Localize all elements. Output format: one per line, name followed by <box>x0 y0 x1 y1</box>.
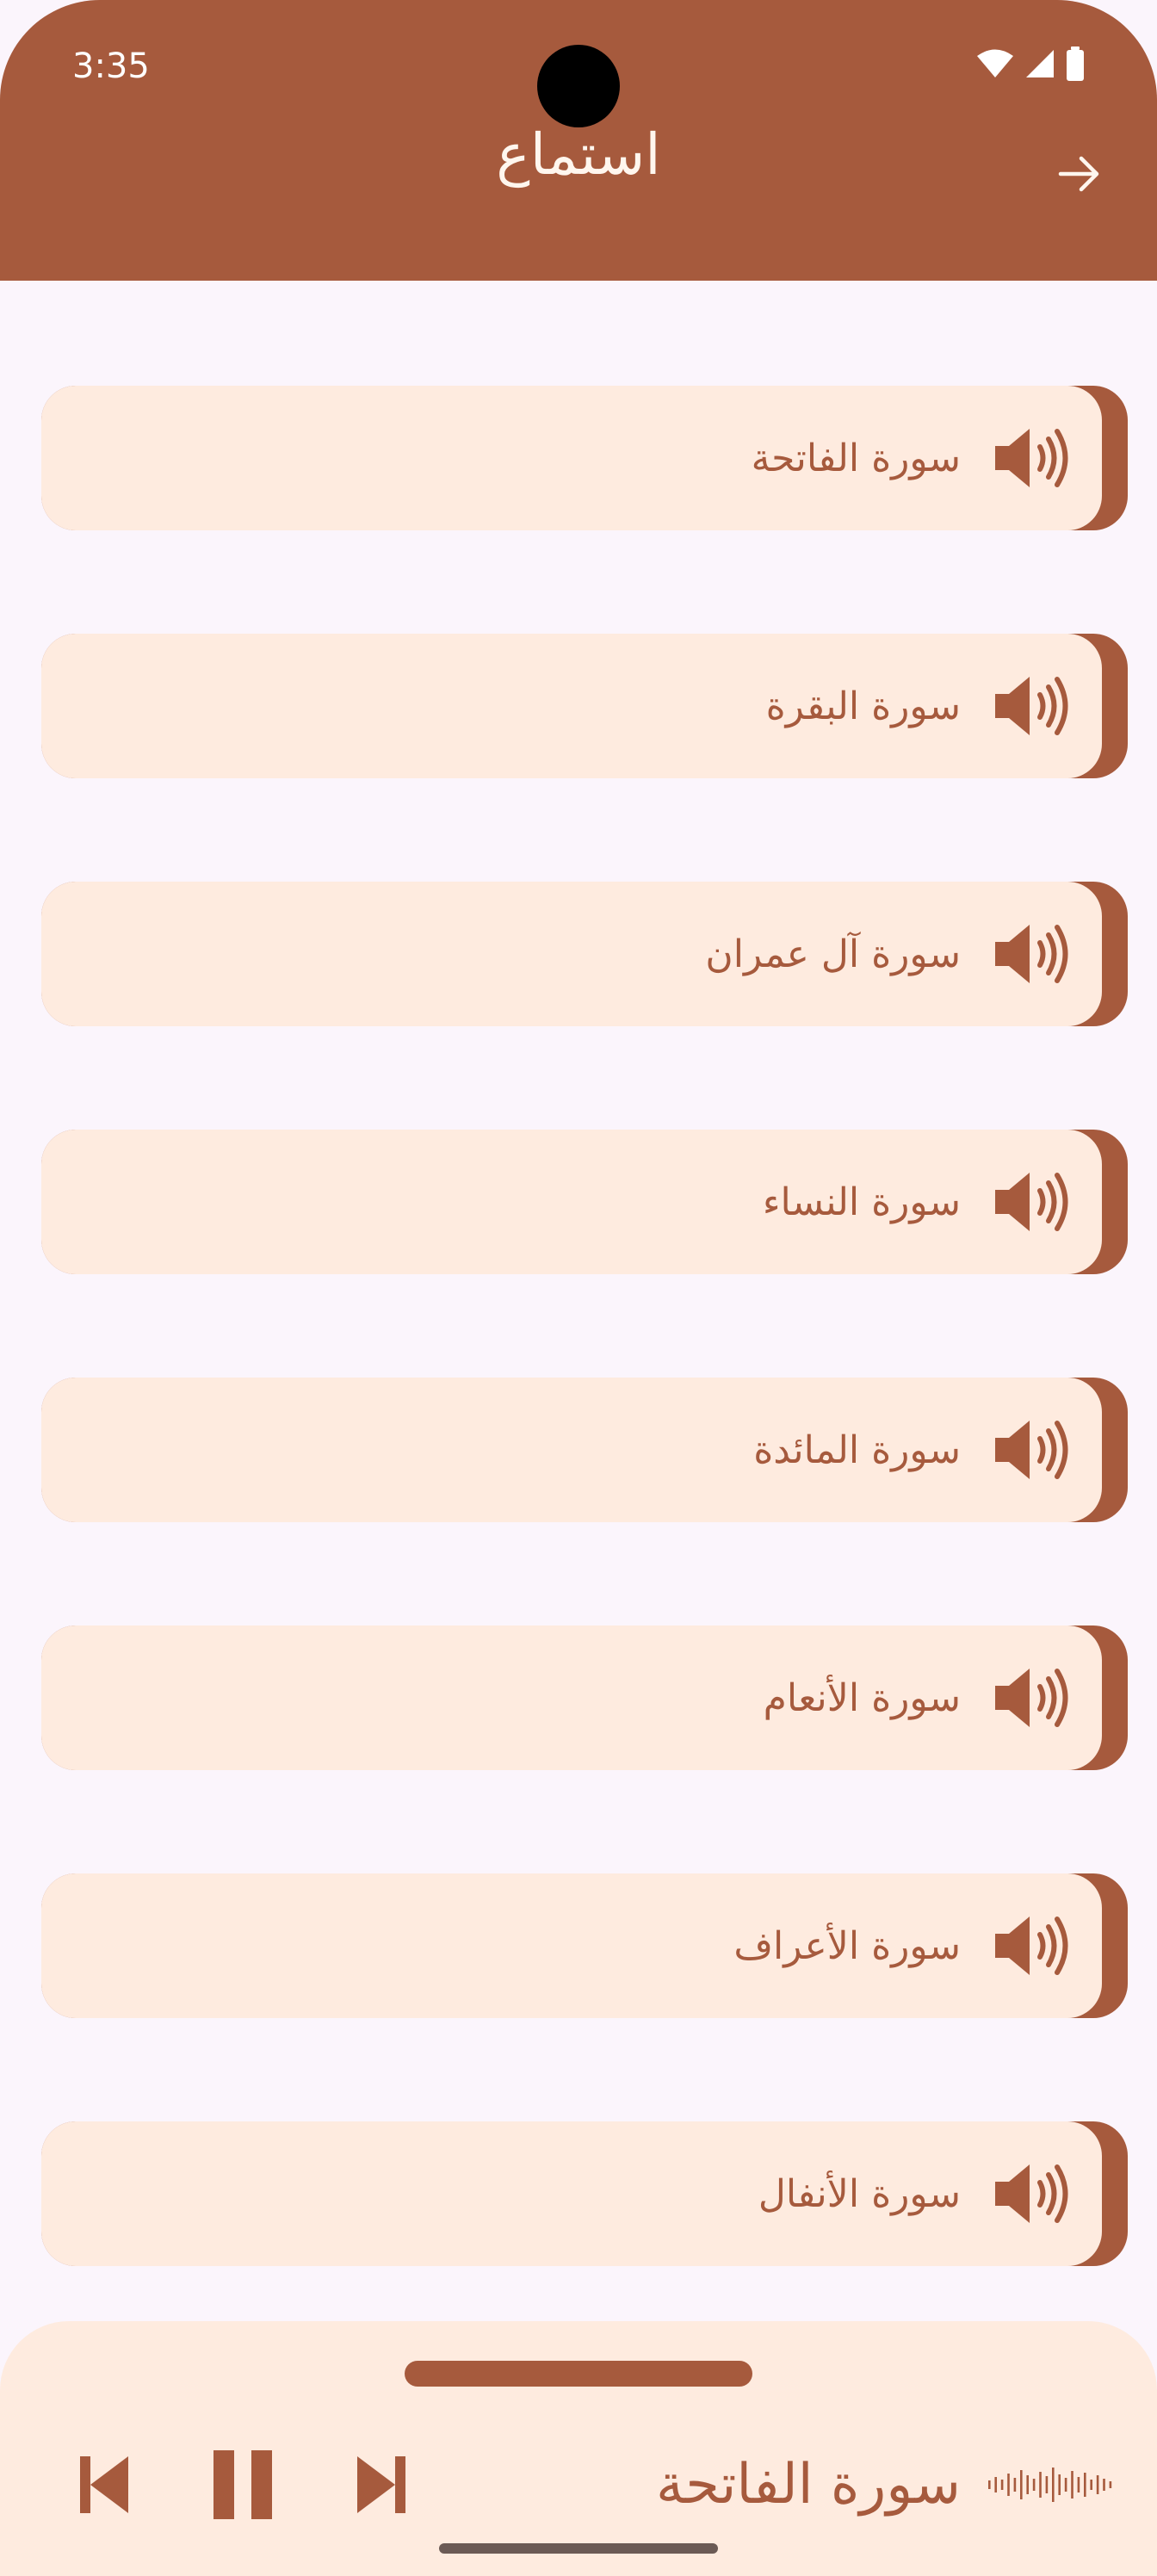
waveform-bar <box>994 2477 997 2492</box>
speaker-icon[interactable] <box>990 415 1076 501</box>
surah-list-item[interactable]: سورة الأعراف <box>41 1873 1128 2018</box>
waveform-bar <box>1077 2477 1080 2492</box>
wifi-icon <box>976 48 1014 83</box>
status-icons <box>976 46 1085 84</box>
waveform-bar <box>1026 2475 1029 2494</box>
surah-list-item[interactable]: سورة الفاتحة <box>41 386 1128 530</box>
surah-name: سورة الأنعام <box>763 1675 961 1720</box>
speaker-icon[interactable] <box>990 663 1076 749</box>
surah-name: سورة الأعراف <box>733 1923 961 1968</box>
next-button[interactable] <box>339 2443 425 2530</box>
waveform-bar <box>1071 2471 1073 2499</box>
surah-list-item[interactable]: سورة المائدة <box>41 1378 1128 1522</box>
surah-name: سورة المائدة <box>753 1427 961 1472</box>
audio-player: سورة الفاتحة <box>0 2321 1157 2576</box>
surah-card[interactable]: سورة آل عمران <box>41 882 1102 1026</box>
surah-list-item[interactable]: سورة البقرة <box>41 634 1128 778</box>
surah-card[interactable]: سورة الأنعام <box>41 1625 1102 1770</box>
arrow-forward-icon <box>1055 150 1104 201</box>
page-title: استماع <box>496 121 661 188</box>
previous-button[interactable] <box>60 2443 146 2530</box>
waveform-bar <box>1032 2479 1036 2491</box>
speaker-icon[interactable] <box>990 911 1076 997</box>
speaker-icon[interactable] <box>990 1407 1076 1493</box>
surah-card[interactable]: سورة البقرة <box>41 634 1102 778</box>
waveform-bar <box>1103 2479 1105 2491</box>
surah-card[interactable]: سورة الأنفال <box>41 2121 1102 2266</box>
speaker-icon[interactable] <box>990 2151 1076 2237</box>
waveform-bar <box>1000 2480 1004 2490</box>
speaker-icon[interactable] <box>990 1655 1076 1741</box>
listen-screen: 3:35 استماع سورة الفاتحة سورة البقرة سورة … <box>0 0 1157 2576</box>
surah-list-item[interactable]: سورة الأنفال <box>41 2121 1128 2266</box>
pause-button[interactable] <box>200 2443 286 2530</box>
waveform-bar <box>1013 2478 1017 2492</box>
app-bar: 3:35 استماع <box>0 0 1157 281</box>
waveform-bar <box>1084 2473 1086 2497</box>
waveform-bar <box>988 2480 991 2489</box>
waveform-bar <box>1020 2470 1023 2499</box>
waveform-bar <box>1045 2476 1049 2493</box>
speaker-icon[interactable] <box>990 1903 1076 1989</box>
surah-list-item[interactable]: سورة الأنعام <box>41 1625 1128 1770</box>
surah-list[interactable]: سورة الفاتحة سورة البقرة سورة آل عمران سورة… <box>0 281 1157 2321</box>
waveform-bar <box>1039 2472 1042 2498</box>
surah-name: سورة النساء <box>762 1180 961 1224</box>
status-time: 3:35 <box>72 46 150 86</box>
player-drag-handle[interactable] <box>405 2361 752 2387</box>
waveform-bar <box>1090 2480 1092 2490</box>
surah-name: سورة البقرة <box>765 684 961 728</box>
gesture-navigation-bar[interactable] <box>439 2543 718 2554</box>
surah-name: سورة آل عمران <box>705 932 961 976</box>
surah-card[interactable]: سورة الفاتحة <box>41 386 1102 530</box>
speaker-icon[interactable] <box>990 1159 1076 1245</box>
waveform-bar <box>1096 2475 1099 2494</box>
surah-card[interactable]: سورة النساء <box>41 1130 1102 1274</box>
surah-list-item[interactable]: سورة النساء <box>41 1130 1128 1274</box>
now-playing-title: سورة الفاتحة <box>655 2453 961 2517</box>
waveform-bar <box>1007 2474 1010 2496</box>
waveform-bar <box>1058 2474 1061 2495</box>
waveform-icon <box>987 2462 1116 2507</box>
surah-card[interactable]: سورة الأعراف <box>41 1873 1102 2018</box>
back-button[interactable] <box>1045 141 1114 210</box>
surah-name: سورة الفاتحة <box>751 436 961 480</box>
surah-list-item[interactable]: سورة آل عمران <box>41 882 1128 1026</box>
next-icon <box>352 2453 412 2520</box>
waveform-bar <box>1052 2468 1055 2502</box>
previous-icon <box>73 2453 133 2520</box>
battery-icon <box>1066 46 1085 84</box>
surah-card[interactable]: سورة المائدة <box>41 1378 1102 1522</box>
waveform-bar <box>1064 2478 1067 2492</box>
pause-icon <box>210 2449 275 2524</box>
signal-icon <box>1024 48 1055 83</box>
waveform-bar <box>1109 2481 1112 2488</box>
surah-name: سورة الأنفال <box>758 2171 961 2216</box>
